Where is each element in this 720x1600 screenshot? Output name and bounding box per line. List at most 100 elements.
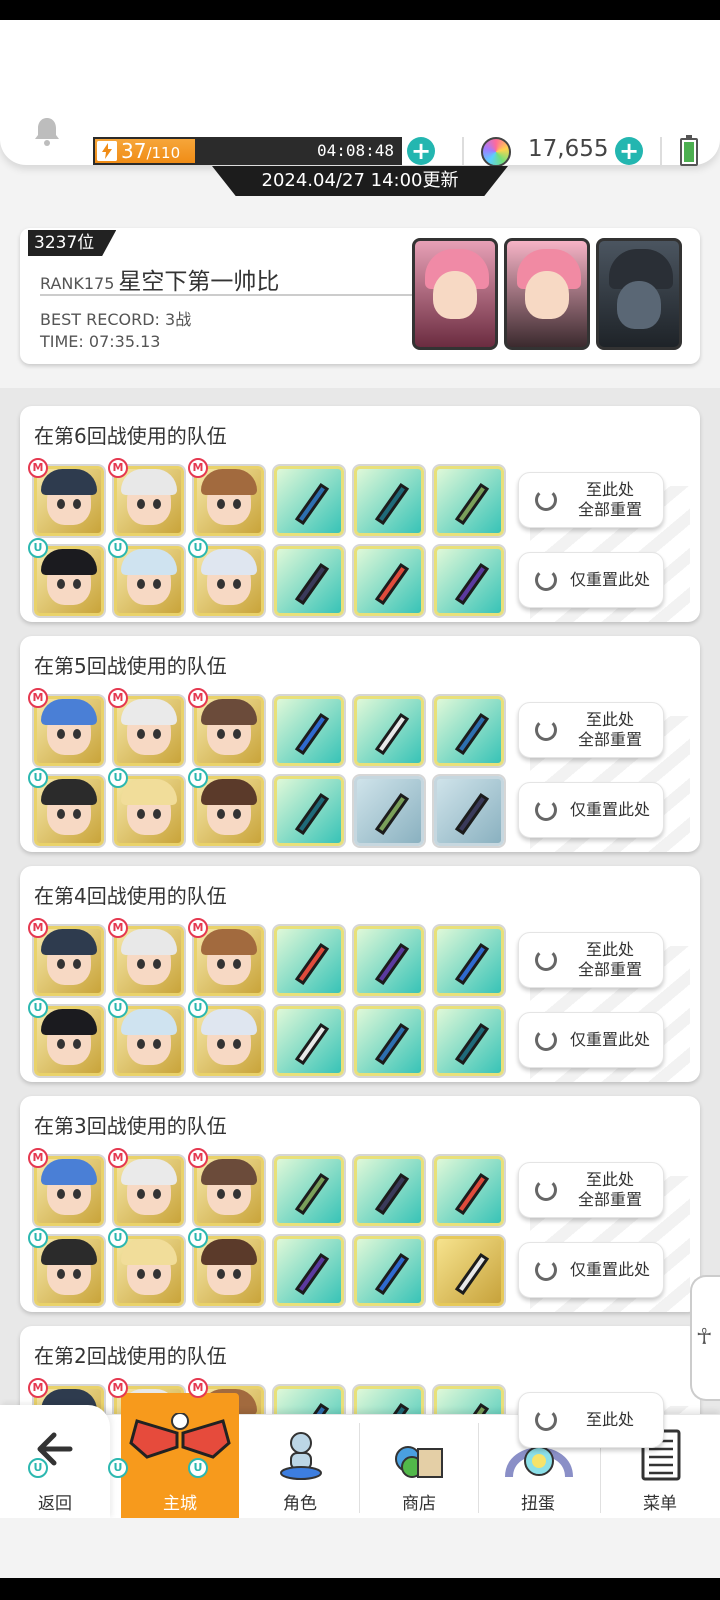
weapon-icon xyxy=(374,712,410,755)
weapon-slot[interactable] xyxy=(274,776,344,846)
main-badge: M xyxy=(188,918,208,938)
reset-this-button[interactable]: 仅重置此处 xyxy=(518,782,664,838)
character-eye xyxy=(57,809,65,819)
sub-badge: U xyxy=(188,1228,208,1248)
reset-this-button[interactable]: 仅重置此处 xyxy=(518,1242,664,1298)
character-slot[interactable] xyxy=(114,696,184,766)
character-portrait[interactable] xyxy=(412,238,498,350)
character-slot[interactable] xyxy=(194,1236,264,1306)
character-slot[interactable] xyxy=(114,1006,184,1076)
weapon-slot[interactable] xyxy=(274,1156,344,1226)
weapon-icon xyxy=(454,792,490,835)
weapon-slot[interactable] xyxy=(274,1236,344,1306)
character-eye xyxy=(153,499,161,509)
character-slot[interactable] xyxy=(114,776,184,846)
reset-all-button[interactable]: 至此处 全部重置 xyxy=(518,1162,664,1218)
bell-icon[interactable] xyxy=(32,115,62,147)
player-name: 星空下第一帅比 xyxy=(118,269,280,295)
nav-shop-label: 商店 xyxy=(402,1494,436,1514)
character-slot[interactable] xyxy=(114,466,184,536)
character-slot[interactable] xyxy=(194,546,264,616)
weapon-slot[interactable] xyxy=(274,466,344,536)
character-slot[interactable] xyxy=(34,466,104,536)
weapon-slot[interactable] xyxy=(354,926,424,996)
team-title: 在第6回战使用的队伍 xyxy=(34,424,227,448)
character-slot[interactable] xyxy=(194,696,264,766)
weapon-slot[interactable] xyxy=(274,546,344,616)
weapon-slot[interactable] xyxy=(434,546,504,616)
weapon-slot[interactable] xyxy=(354,776,424,846)
weapon-icon xyxy=(374,792,410,835)
reset-this-button-label: 仅重置此处 xyxy=(569,800,650,819)
weapon-slot[interactable] xyxy=(354,696,424,766)
sub-badge: U xyxy=(108,768,128,788)
character-slot[interactable] xyxy=(34,1006,104,1076)
shop-bag-icon xyxy=(395,1446,443,1478)
character-slot[interactable] xyxy=(194,1006,264,1076)
rank-card[interactable]: 3237位 RANK175 星空下第一帅比 BEST RECORD: 3战 TIM… xyxy=(20,228,700,364)
weapon-slot[interactable] xyxy=(434,1006,504,1076)
weapon-slot[interactable] xyxy=(434,466,504,536)
weapon-slot[interactable] xyxy=(434,696,504,766)
weapon-slot[interactable] xyxy=(354,466,424,536)
main-badge: M xyxy=(28,1378,48,1398)
weapon-icon xyxy=(454,712,490,755)
weapon-slot[interactable] xyxy=(434,926,504,996)
weapon-slot[interactable] xyxy=(274,696,344,766)
nav-characters[interactable]: 角色 xyxy=(241,1415,359,1519)
character-slot[interactable] xyxy=(34,926,104,996)
weapon-slot[interactable] xyxy=(434,1156,504,1226)
character-slot[interactable] xyxy=(194,776,264,846)
character-slot[interactable] xyxy=(194,926,264,996)
character-slot[interactable] xyxy=(114,546,184,616)
character-slot[interactable] xyxy=(34,1156,104,1226)
character-portrait[interactable] xyxy=(596,238,682,350)
weapon-slot[interactable] xyxy=(274,926,344,996)
character-portrait[interactable] xyxy=(504,238,590,350)
reset-all-button[interactable]: 至此处 全部重置 xyxy=(518,702,664,758)
character-hair xyxy=(41,779,97,805)
add-gems-button[interactable]: + xyxy=(615,137,643,165)
reset-all-button[interactable]: 至此处 全部重置 xyxy=(518,472,664,528)
weapon-slot[interactable] xyxy=(354,1156,424,1226)
character-hair xyxy=(41,1159,97,1185)
reset-this-button[interactable]: 仅重置此处 xyxy=(518,1012,664,1068)
reset-all-button[interactable]: 至此处 全部重置 xyxy=(518,932,664,988)
weapon-slot[interactable] xyxy=(354,546,424,616)
nav-back[interactable]: 返回 xyxy=(0,1405,110,1519)
character-slot[interactable] xyxy=(194,466,264,536)
sub-badge: U xyxy=(108,1228,128,1248)
weapon-icon xyxy=(374,482,410,525)
character-slot[interactable] xyxy=(34,546,104,616)
weapon-slot[interactable] xyxy=(434,1236,504,1306)
add-energy-button[interactable]: + xyxy=(407,137,435,165)
weapon-slot[interactable] xyxy=(354,1006,424,1076)
character-slot[interactable] xyxy=(114,926,184,996)
character-hair xyxy=(201,929,257,955)
reset-icon xyxy=(535,1029,557,1051)
character-slot[interactable] xyxy=(114,1236,184,1306)
wings-icon xyxy=(129,1413,231,1459)
character-slot[interactable] xyxy=(114,1156,184,1226)
weapon-icon xyxy=(454,1172,490,1215)
weapon-slot[interactable] xyxy=(274,1006,344,1076)
character-eye xyxy=(73,1039,81,1049)
nav-main-city[interactable]: 主城 xyxy=(121,1393,239,1519)
weapon-icon xyxy=(294,562,330,605)
nav-footer xyxy=(0,1518,720,1578)
accessibility-button[interactable]: ☥ xyxy=(690,1275,720,1401)
character-slot[interactable] xyxy=(34,696,104,766)
reset-all-button[interactable]: 至此处 xyxy=(518,1392,664,1448)
character-hair xyxy=(41,469,97,495)
reset-this-button[interactable]: 仅重置此处 xyxy=(518,552,664,608)
character-slot[interactable] xyxy=(34,776,104,846)
character-eye xyxy=(233,1189,241,1199)
character-eye xyxy=(233,959,241,969)
nav-shop[interactable]: 商店 xyxy=(360,1415,478,1519)
character-slot[interactable] xyxy=(34,1236,104,1306)
character-eye xyxy=(73,959,81,969)
weapon-slot[interactable] xyxy=(354,1236,424,1306)
character-eye xyxy=(57,1039,65,1049)
character-slot[interactable] xyxy=(194,1156,264,1226)
weapon-slot[interactable] xyxy=(434,776,504,846)
